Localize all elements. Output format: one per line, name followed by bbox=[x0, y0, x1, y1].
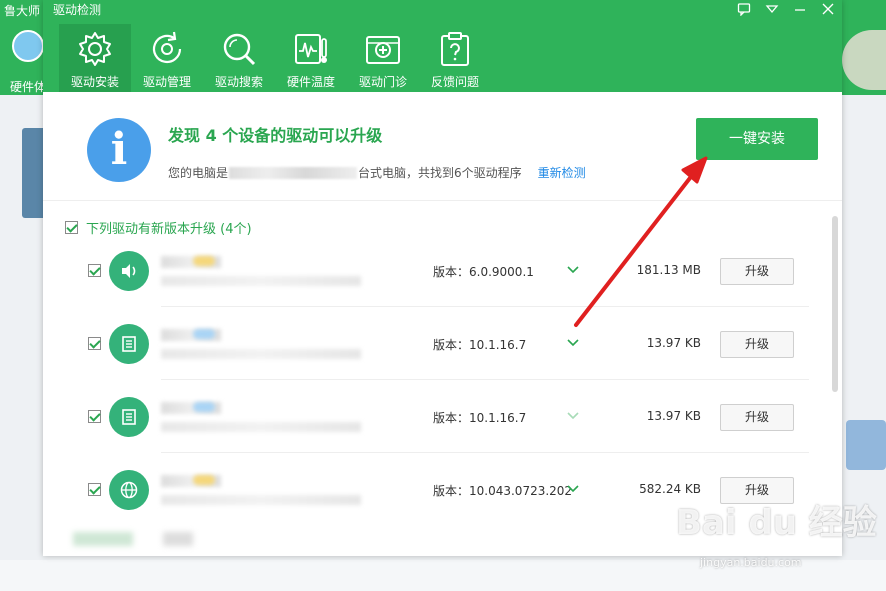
driver-badge bbox=[193, 329, 215, 339]
tab-bar: 驱动安装 驱动管理 驱动搜索 硬件温度 驱动门诊 反馈问题 bbox=[59, 24, 491, 92]
driver-check-dialog: 驱动检测 驱动安装 驱动管理 驱动搜索 硬件温度 驱动门诊 反馈问题 i 发现 … bbox=[43, 0, 842, 556]
gear-icon bbox=[79, 32, 111, 66]
background-thumbnail bbox=[846, 420, 886, 470]
clipboard-icon bbox=[441, 32, 469, 66]
driver-size: 13.97 KB bbox=[646, 336, 701, 350]
search-icon bbox=[223, 33, 256, 66]
driver-size: 582.24 KB bbox=[639, 482, 701, 496]
bottom-options-blurred bbox=[73, 532, 273, 546]
background-hw-label: 硬件体 bbox=[10, 80, 47, 94]
driver-badge bbox=[193, 475, 215, 485]
tab-label: 反馈问题 bbox=[430, 75, 479, 89]
close-icon[interactable] bbox=[820, 2, 836, 18]
tab-driver-install[interactable]: 驱动安装 bbox=[59, 24, 131, 92]
tab-feedback[interactable]: 反馈问题 bbox=[419, 24, 491, 92]
message-icon[interactable] bbox=[736, 2, 752, 18]
chevron-down-icon[interactable] bbox=[566, 481, 580, 495]
background-app-title: 鲁大师 bbox=[4, 4, 41, 18]
driver-row: 版本：10.1.16.7 13.97 KB 升级 bbox=[43, 380, 828, 453]
driver-row: 版本：10.1.16.7 13.97 KB 升级 bbox=[43, 307, 828, 380]
tab-hardware-temp[interactable]: 硬件温度 bbox=[275, 24, 347, 92]
driver-desc-blurred bbox=[161, 276, 361, 286]
scan-result-title: 发现 4 个设备的驱动可以升级 bbox=[168, 126, 383, 145]
driver-version: 版本：10.043.0723.202 bbox=[433, 484, 573, 498]
hardware-check-icon bbox=[12, 30, 44, 62]
speaker-icon bbox=[109, 251, 149, 291]
chip-icon bbox=[109, 397, 149, 437]
driver-desc-blurred bbox=[161, 422, 361, 432]
tab-driver-search[interactable]: 驱动搜索 bbox=[203, 24, 275, 92]
tab-label: 驱动管理 bbox=[142, 75, 191, 89]
driver-size: 13.97 KB bbox=[646, 409, 701, 423]
divider bbox=[43, 200, 842, 201]
recheck-link[interactable]: 重新检测 bbox=[538, 164, 586, 181]
install-all-button[interactable]: 一键安装 bbox=[696, 118, 818, 160]
driver-desc-blurred bbox=[161, 349, 361, 359]
tab-label: 驱动安装 bbox=[70, 75, 119, 89]
scan-result-subtitle: 您的电脑是 台式电脑，共找到6个驱动程序 重新检测 bbox=[168, 164, 586, 181]
driver-version: 版本：10.1.16.7 bbox=[433, 338, 527, 352]
driver-version: 版本：6.0.9000.1 bbox=[433, 265, 534, 279]
watermark-logo: Bai du 经验 bbox=[676, 503, 877, 543]
tab-driver-clinic[interactable]: 驱动门诊 bbox=[347, 24, 419, 92]
driver-size: 181.13 MB bbox=[636, 263, 701, 277]
list-scrollbar[interactable] bbox=[832, 216, 838, 392]
dialog-title: 驱动检测 bbox=[53, 3, 102, 17]
upgrade-button[interactable]: 升级 bbox=[720, 404, 794, 431]
driver-checkbox[interactable] bbox=[88, 337, 101, 350]
driver-row: 版本：6.0.9000.1 181.13 MB 升级 bbox=[43, 234, 828, 307]
chevron-down-icon[interactable] bbox=[566, 408, 580, 422]
driver-checkbox[interactable] bbox=[88, 264, 101, 277]
upgrade-button[interactable]: 升级 bbox=[720, 258, 794, 285]
thermometer-icon bbox=[295, 34, 327, 64]
driver-version: 版本：10.1.16.7 bbox=[433, 411, 527, 425]
window-controls bbox=[736, 2, 836, 18]
tab-label: 驱动门诊 bbox=[358, 75, 407, 89]
driver-badge bbox=[193, 256, 215, 266]
driver-desc-blurred bbox=[161, 495, 361, 505]
subtitle-suffix: 台式电脑，共找到6个驱动程序 bbox=[358, 166, 522, 180]
tab-driver-manage[interactable]: 驱动管理 bbox=[131, 24, 203, 92]
clinic-icon bbox=[366, 36, 400, 64]
dropdown-icon[interactable] bbox=[764, 2, 780, 18]
select-all-checkbox[interactable] bbox=[65, 221, 78, 234]
globe-icon bbox=[109, 470, 149, 510]
minimize-icon[interactable] bbox=[792, 2, 808, 18]
watermark-url: jingyan.baidu.com bbox=[700, 556, 802, 569]
dialog-header: 驱动检测 驱动安装 驱动管理 驱动搜索 硬件温度 驱动门诊 反馈问题 bbox=[43, 0, 842, 92]
chevron-down-icon[interactable] bbox=[566, 335, 580, 349]
upgrade-button[interactable]: 升级 bbox=[720, 331, 794, 358]
driver-checkbox[interactable] bbox=[88, 410, 101, 423]
driver-checkbox[interactable] bbox=[88, 483, 101, 496]
info-icon: i bbox=[87, 118, 151, 182]
driver-badge bbox=[193, 402, 215, 412]
computer-model-blurred bbox=[229, 166, 358, 179]
chevron-down-icon[interactable] bbox=[566, 262, 580, 276]
tab-label: 驱动搜索 bbox=[214, 75, 263, 89]
tab-label: 硬件温度 bbox=[286, 75, 335, 89]
chip-icon bbox=[109, 324, 149, 364]
subtitle-prefix: 您的电脑是 bbox=[168, 166, 229, 180]
refresh-icon bbox=[152, 31, 182, 64]
